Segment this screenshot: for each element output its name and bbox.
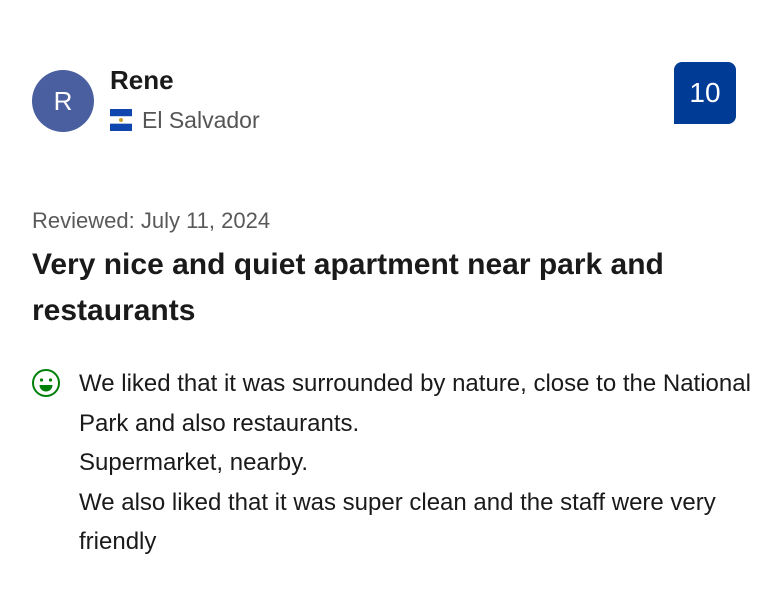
smiley-face-icon [32, 369, 60, 397]
review-title: Very nice and quiet apartment near park … [32, 248, 664, 327]
score-badge: 10 [674, 62, 736, 124]
review-positive-line: We also liked that it was super clean an… [79, 488, 716, 556]
el-salvador-flag-icon [110, 109, 132, 131]
score-value: 10 [689, 77, 721, 108]
country-name: El Salvador [142, 106, 260, 133]
review-date: Reviewed: July 11, 2024 [32, 208, 271, 233]
avatar-initial: R [53, 85, 73, 116]
avatar: R [32, 70, 94, 132]
review-positive-line: Supermarket, nearby. [79, 449, 308, 476]
review-positive-text: We liked that it was surrounded by natur… [79, 364, 759, 562]
review-positive-line: We liked that it was surrounded by natur… [79, 370, 751, 437]
reviewer-country: El Salvador [110, 105, 260, 135]
reviewer-name: Rene [110, 65, 174, 95]
